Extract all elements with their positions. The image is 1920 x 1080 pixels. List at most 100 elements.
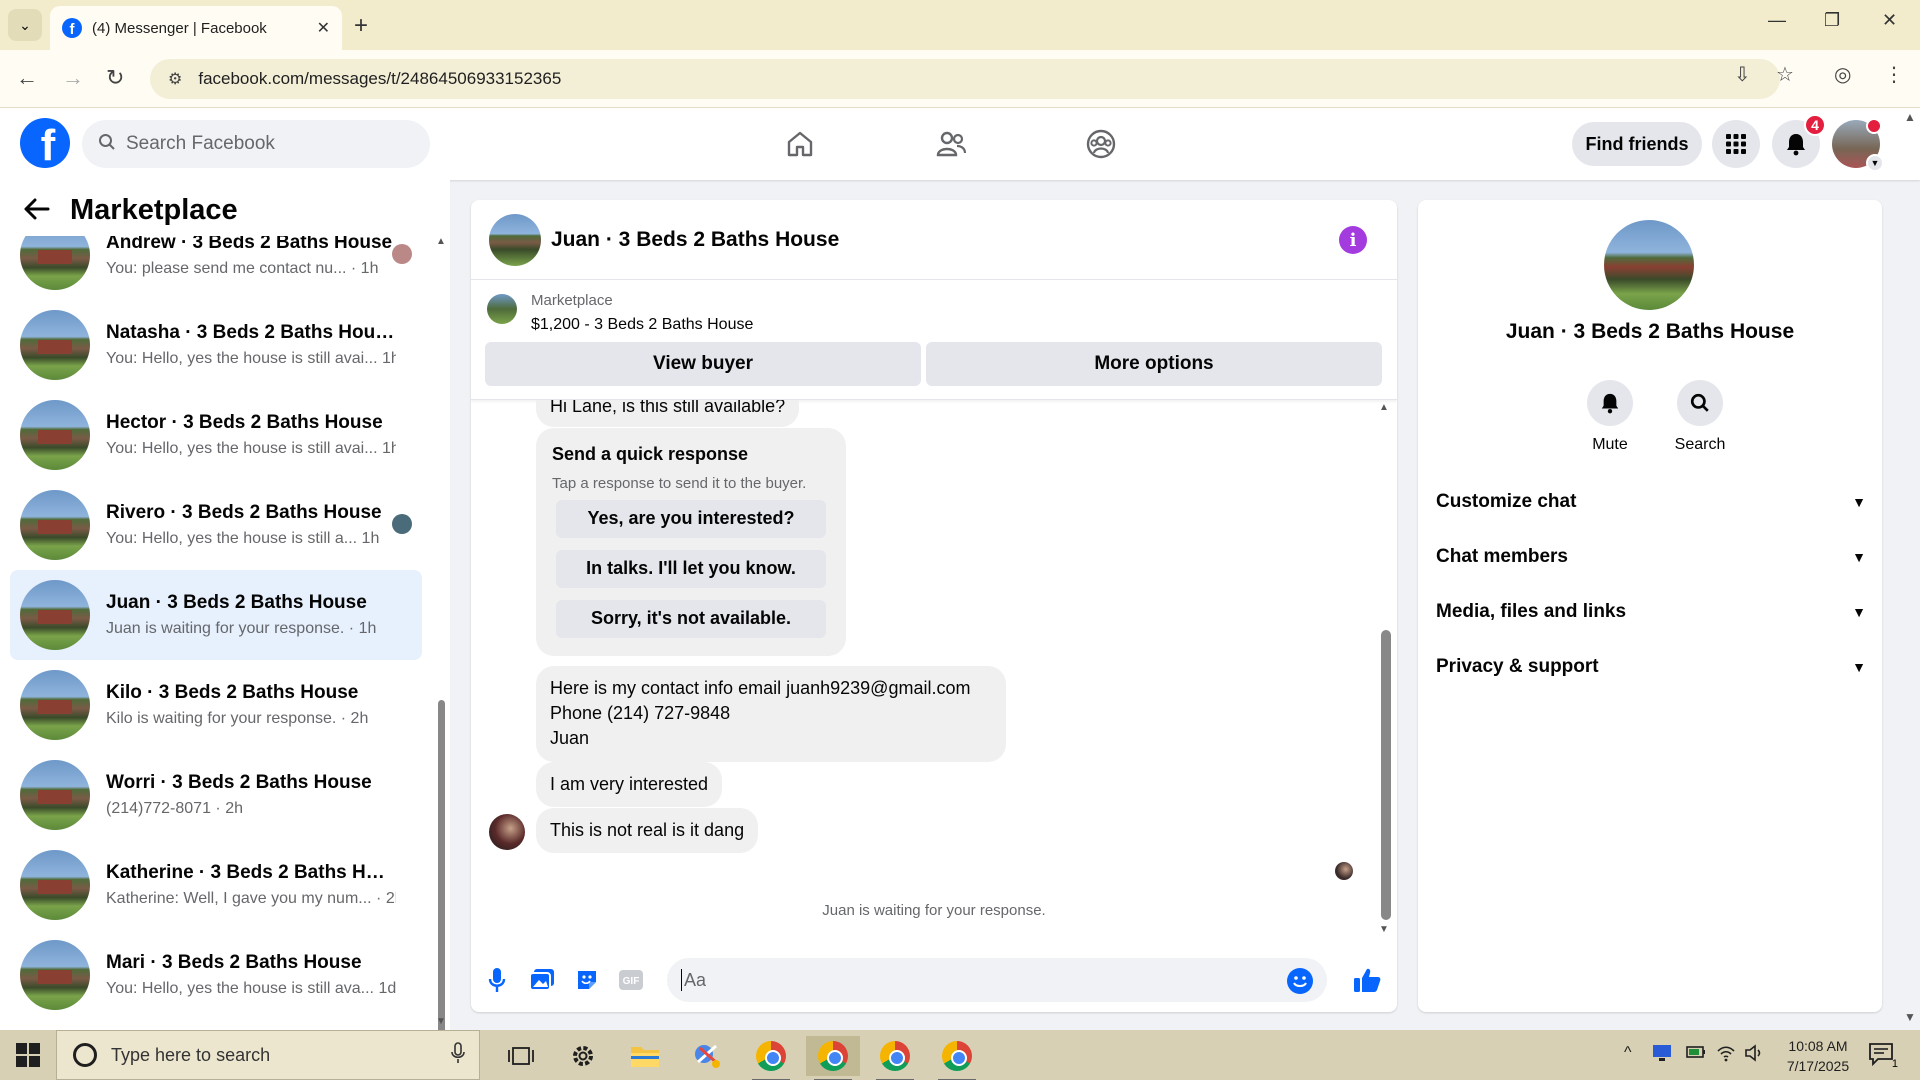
sticker-icon[interactable] <box>573 966 601 994</box>
message-thread-scrollbar[interactable]: ▲ ▼ <box>1379 402 1391 935</box>
browser-tab-messenger[interactable]: f (4) Messenger | Facebook ✕ <box>50 6 342 50</box>
back-arrow-icon[interactable] <box>24 195 50 227</box>
tab-search-chevron-icon[interactable]: ⌄ <box>8 9 42 41</box>
scroll-down-arrow-icon[interactable]: ▼ <box>1904 1010 1916 1024</box>
emoji-icon[interactable] <box>1287 968 1313 994</box>
chrome-taskbar-icon[interactable] <box>744 1036 798 1080</box>
message-input[interactable]: Aa <box>667 958 1327 1002</box>
forward-arrow-icon[interactable]: → <box>62 65 84 91</box>
search-ring-icon <box>73 1043 97 1067</box>
scroll-up-arrow-icon[interactable]: ▲ <box>1379 402 1389 413</box>
read-receipt-avatar <box>392 514 412 534</box>
tab-title: (4) Messenger | Facebook <box>92 19 267 37</box>
volume-tray-icon[interactable] <box>1744 1044 1764 1067</box>
scrollbar-thumb[interactable] <box>1381 630 1391 920</box>
conversation-item[interactable]: Kilo · 3 Beds 2 Baths House Kilo is waiti… <box>10 660 422 750</box>
chrome-taskbar-icon[interactable] <box>930 1036 984 1080</box>
scrollbar-thumb[interactable] <box>438 700 445 1060</box>
gif-icon[interactable]: GIF <box>617 966 645 994</box>
sender-avatar[interactable] <box>489 814 525 850</box>
notification-badge: 4 <box>1804 114 1826 136</box>
settings-gear-icon[interactable] <box>556 1036 610 1076</box>
windows-start-icon[interactable] <box>16 1043 40 1067</box>
browser-menu-icon[interactable]: ⋮ <box>1884 62 1904 87</box>
address-bar[interactable]: ⚙ facebook.com/messages/t/24864506933152… <box>150 59 1780 99</box>
chat-title[interactable]: Juan · 3 Beds 2 Baths House <box>551 228 839 252</box>
task-view-icon[interactable] <box>494 1036 548 1076</box>
facebook-search-input[interactable]: Search Facebook <box>82 120 430 168</box>
message-bubble-contact-info: Here is my contact info email juanh9239@… <box>536 666 1006 762</box>
minimize-window-icon[interactable]: — <box>1768 10 1786 31</box>
groups-icon[interactable] <box>1081 124 1121 164</box>
quick-response-not-available-button[interactable]: Sorry, it's not available. <box>556 600 826 638</box>
page-scrollbar[interactable]: ▲ ▼ <box>1900 108 1920 1030</box>
conversation-item[interactable]: Rivero · 3 Beds 2 Baths House You: Hello,… <box>10 480 422 570</box>
new-tab-button[interactable]: + <box>354 12 368 40</box>
taskbar-clock[interactable]: 10:08 AM 7/17/2025 <box>1768 1036 1868 1076</box>
listing-price-title[interactable]: $1,200 - 3 Beds 2 Baths House <box>531 316 753 334</box>
media-files-links-row[interactable]: Media, files and links ▼ <box>1436 587 1866 637</box>
quick-response-yes-button[interactable]: Yes, are you interested? <box>556 500 826 538</box>
search-label: Search <box>1674 436 1726 453</box>
view-buyer-button[interactable]: View buyer <box>485 342 921 386</box>
battery-tray-icon[interactable] <box>1686 1044 1706 1065</box>
menu-grid-icon[interactable] <box>1712 120 1760 168</box>
facebook-logo-icon[interactable]: f <box>20 118 70 168</box>
chevron-down-icon: ▼ <box>1852 494 1866 510</box>
bookmark-star-icon[interactable]: ☆ <box>1776 62 1794 87</box>
conversation-item[interactable]: Mari · 3 Beds 2 Baths House You: Hello, y… <box>10 930 422 1020</box>
scroll-down-arrow-icon[interactable]: ▼ <box>1379 924 1389 935</box>
reload-icon[interactable]: ↻ <box>106 65 124 91</box>
conversation-info-icon[interactable]: i <box>1339 226 1367 254</box>
notifications-bell-icon[interactable]: 4 <box>1772 114 1826 168</box>
find-friends-button[interactable]: Find friends <box>1572 122 1702 166</box>
back-arrow-icon[interactable]: ← <box>16 65 38 91</box>
scroll-up-arrow-icon[interactable]: ▲ <box>436 236 446 247</box>
chat-avatar[interactable] <box>489 213 541 266</box>
listing-thumbnail <box>20 580 90 650</box>
display-tray-icon[interactable] <box>1652 1044 1672 1067</box>
close-window-icon[interactable]: ✕ <box>1882 10 1897 31</box>
microphone-icon[interactable] <box>451 1041 465 1069</box>
windows-taskbar: Type here to search ^ 10:08 AM 7/17/2025… <box>0 1030 1920 1080</box>
scroll-up-arrow-icon[interactable]: ▲ <box>1904 110 1916 124</box>
chrome-taskbar-icon[interactable] <box>868 1036 922 1080</box>
show-hidden-icons-chevron-icon[interactable]: ^ <box>1624 1044 1632 1062</box>
conversation-item[interactable]: Andrew · 3 Beds 2 Baths House You: please… <box>10 236 422 300</box>
conversation-list-scrollbar[interactable]: ▲ ▼ <box>436 236 446 1060</box>
conversation-item-active[interactable]: Juan · 3 Beds 2 Baths House Juan is waiti… <box>10 570 422 660</box>
attach-photo-icon[interactable] <box>528 966 556 994</box>
taskbar-search-input[interactable]: Type here to search <box>56 1030 480 1080</box>
conversation-name: Hector · 3 Beds 2 Baths House <box>106 412 383 433</box>
install-app-icon[interactable]: ⇩ <box>1734 62 1751 87</box>
more-options-button[interactable]: More options <box>926 342 1382 386</box>
read-receipt-avatar <box>392 244 412 264</box>
scroll-down-arrow-icon[interactable]: ▼ <box>436 1016 446 1027</box>
wifi-tray-icon[interactable] <box>1716 1044 1736 1067</box>
conversation-item[interactable]: Worri · 3 Beds 2 Baths House (214)772-807… <box>10 750 422 840</box>
profile-icon[interactable]: ◎ <box>1834 62 1851 87</box>
site-settings-icon[interactable]: ⚙ <box>168 69 182 89</box>
snipping-tool-icon[interactable] <box>680 1036 734 1076</box>
conversation-avatar[interactable] <box>1604 220 1694 310</box>
voice-clip-icon[interactable] <box>483 966 511 994</box>
file-explorer-icon[interactable] <box>618 1036 672 1076</box>
friends-icon[interactable] <box>931 124 971 164</box>
chrome-taskbar-icon-active[interactable] <box>806 1036 860 1080</box>
action-center-icon[interactable]: 1 <box>1868 1042 1898 1070</box>
conversation-item[interactable]: Hector · 3 Beds 2 Baths House You: Hello,… <box>10 390 422 480</box>
mute-button[interactable]: Mute <box>1570 380 1650 454</box>
home-icon[interactable] <box>780 124 820 164</box>
close-tab-icon[interactable]: ✕ <box>317 18 330 38</box>
thumbs-up-like-icon[interactable] <box>1353 966 1381 994</box>
customize-chat-row[interactable]: Customize chat ▼ <box>1436 477 1866 527</box>
chat-members-row[interactable]: Chat members ▼ <box>1436 532 1866 582</box>
quick-response-in-talks-button[interactable]: In talks. I'll let you know. <box>556 550 826 588</box>
account-avatar[interactable]: ▼ <box>1832 118 1884 172</box>
conversation-item[interactable]: Natasha · 3 Beds 2 Baths House You: Hello… <box>10 300 422 390</box>
conversation-item[interactable]: Katherine · 3 Beds 2 Baths House Katherin… <box>10 840 422 930</box>
listing-thumbnail <box>20 670 90 740</box>
privacy-support-row[interactable]: Privacy & support ▼ <box>1436 642 1866 692</box>
restore-window-icon[interactable]: ❐ <box>1824 10 1840 31</box>
search-in-conversation-button[interactable]: Search <box>1660 380 1740 454</box>
